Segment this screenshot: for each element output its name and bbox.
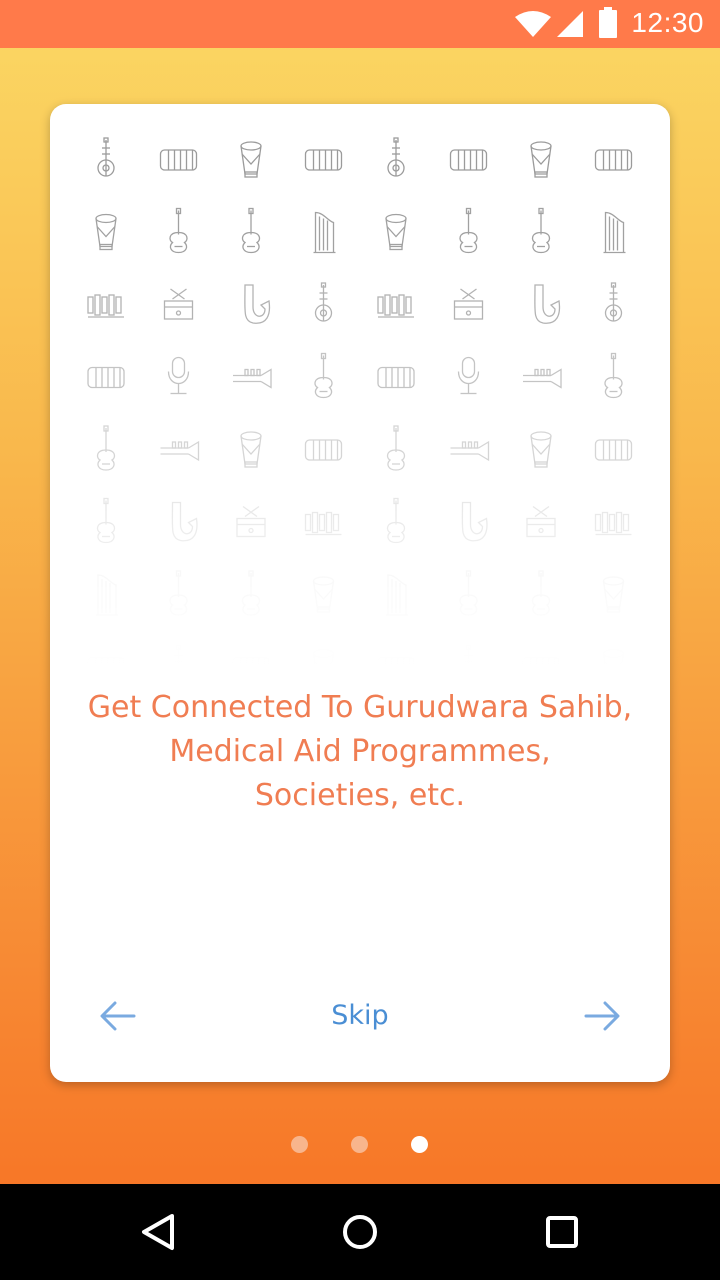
accordion-icon (87, 366, 125, 389)
page-dot-active[interactable] (411, 1136, 428, 1153)
guitar-icon (604, 352, 623, 399)
guitar-icon (531, 207, 551, 254)
onboarding-message: Get Connected To Gurudwara Sahib, Medica… (70, 686, 650, 818)
message-line: Medical Aid Programmes, (169, 734, 551, 769)
accordion-icon (594, 149, 633, 171)
drum-icon (95, 213, 117, 251)
drum-icon (240, 431, 262, 468)
trumpet-icon (160, 440, 200, 462)
arrow-left-icon[interactable] (98, 996, 138, 1036)
guitar-icon (241, 207, 261, 254)
home-icon[interactable] (336, 1208, 384, 1256)
system-nav-bar (0, 1184, 720, 1280)
drum-icon (385, 213, 407, 251)
drum-icon (530, 141, 552, 178)
sitar-icon (97, 137, 115, 177)
wifi-icon (515, 11, 551, 37)
page-indicator (0, 1135, 720, 1155)
message-line: Get Connected To Gurudwara Sahib, (87, 690, 633, 725)
sitar-icon (387, 137, 405, 177)
harp-icon (603, 211, 626, 254)
drum-icon (240, 141, 262, 178)
card-navigation: Skip (50, 984, 670, 1044)
guitar-icon (96, 425, 116, 471)
drum-icon (530, 431, 552, 468)
microphone-icon (457, 356, 480, 395)
saxophone-icon (534, 284, 561, 324)
harp-icon (313, 211, 336, 254)
xylophone-icon (87, 294, 124, 318)
arrow-right-icon[interactable] (582, 996, 622, 1036)
accordion-icon (377, 366, 415, 389)
xylophone-icon (377, 294, 414, 318)
sitar-icon (314, 282, 333, 322)
guitar-icon (314, 352, 333, 399)
page-dot[interactable] (291, 1136, 308, 1153)
accordion-icon (449, 149, 488, 171)
recents-icon[interactable] (538, 1208, 586, 1256)
trumpet-icon (450, 440, 490, 462)
message-line: Societies, etc. (254, 778, 466, 813)
signal-icon (557, 11, 583, 37)
guitar-icon (386, 425, 406, 471)
accordion-icon (594, 439, 633, 461)
saxophone-icon (244, 284, 271, 324)
sitar-icon (604, 282, 623, 322)
snare-drum-icon (453, 288, 484, 320)
trumpet-icon (233, 368, 272, 389)
accordion-icon (304, 439, 343, 461)
pattern-fade (50, 484, 670, 684)
accordion-icon (159, 149, 198, 171)
status-bar: 12:30 (0, 0, 720, 48)
onboarding-card: Get Connected To Gurudwara Sahib, Medica… (50, 104, 670, 1082)
guitar-icon (169, 207, 188, 254)
guitar-icon (459, 207, 478, 254)
accordion-icon (304, 149, 343, 171)
back-icon[interactable] (134, 1208, 182, 1256)
page-dot[interactable] (351, 1136, 368, 1153)
battery-icon (599, 7, 617, 38)
snare-drum-icon (163, 288, 194, 320)
microphone-icon (167, 356, 190, 395)
trumpet-icon (523, 368, 562, 389)
status-time: 12:30 (631, 7, 704, 38)
skip-button[interactable]: Skip (300, 1000, 420, 1031)
